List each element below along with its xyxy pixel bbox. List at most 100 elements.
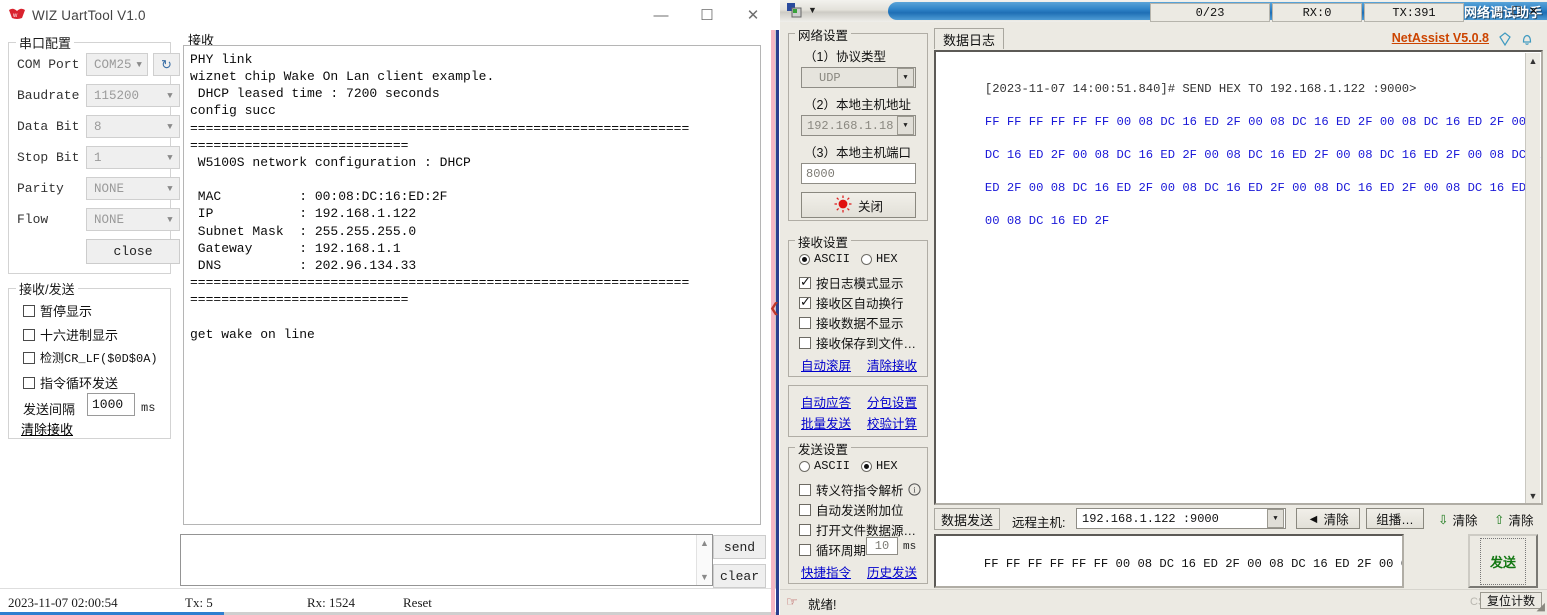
tab-data-send[interactable]: 数据发送 (934, 508, 1001, 530)
local-address-combo[interactable]: 192.168.1.18 ▼ (801, 115, 916, 136)
baudrate-label: Baudrate (17, 88, 80, 103)
recv-hide-data-checkbox[interactable]: 接收数据不显示 (799, 313, 904, 332)
com-port-value: COM25 (94, 57, 132, 72)
checkbox-box (23, 376, 35, 389)
com-port-combo[interactable]: COM25 ▼ (86, 53, 148, 76)
wiz-minimize-button[interactable]: — (638, 0, 684, 30)
wiz-maximize-button[interactable]: ☐ (684, 0, 730, 30)
recv-log-mode-checkbox[interactable]: 按日志模式显示 (799, 273, 904, 292)
recv-save-file-checkbox[interactable]: 接收保存到文件… (799, 333, 916, 352)
log-scrollbar[interactable]: ▲ ▼ (1525, 53, 1540, 503)
local-port-input[interactable]: 8000 (801, 163, 916, 184)
scroll-up-icon[interactable]: ▲ (1529, 56, 1538, 66)
net-minimize-button[interactable]: – (1491, 1, 1508, 21)
history-send-link[interactable]: 历史发送 (867, 562, 917, 581)
scroll-down-icon[interactable]: ▼ (700, 572, 709, 582)
checkbox-box (799, 483, 811, 496)
clear-send-button[interactable]: ◄ 清除 (1296, 508, 1360, 529)
stop-bit-combo[interactable]: 1 ▼ (86, 146, 180, 169)
status-reset[interactable]: Reset (403, 595, 432, 611)
com-port-label: COM Port (17, 57, 80, 72)
net-maximize-button[interactable]: ☐ (1508, 1, 1525, 21)
red-led-icon (834, 195, 852, 216)
hex-display-checkbox[interactable]: 十六进制显示 (23, 325, 118, 344)
reset-counter-button[interactable]: 复位计数 (1480, 592, 1542, 609)
radio-dot (861, 460, 872, 472)
recv-autowrap-checkbox[interactable]: 接收区自动换行 (799, 293, 904, 312)
send-mode-hex-radio[interactable]: HEX (861, 459, 898, 473)
clear-receive-link[interactable]: 清除接收 (21, 419, 73, 438)
recv-hide-data-label: 接收数据不显示 (816, 317, 904, 331)
window-splitter[interactable]: ❮ (768, 30, 780, 615)
open-file-source-checkbox[interactable]: 打开文件数据源… (799, 520, 916, 539)
quick-command-link[interactable]: 快捷指令 (801, 562, 851, 581)
packet-settings-link[interactable]: 分包设置 (867, 392, 917, 411)
wiz-uarttool-window: w WIZ UartTool V1.0 — ☐ ✕ 串口配置 COM Port … (0, 0, 776, 615)
chevron-down-icon[interactable]: ▼ (1267, 509, 1284, 528)
multicast-button[interactable]: 组播… (1366, 508, 1424, 529)
escape-parse-label: 转义符指令解析 (816, 484, 904, 498)
cycle-period-unit: ms (903, 541, 917, 553)
tab-data-log[interactable]: 数据日志 (934, 28, 1005, 49)
clear-button[interactable]: clear (713, 564, 766, 588)
info-icon[interactable]: i (907, 483, 921, 496)
scroll-up-icon[interactable]: ▲ (700, 538, 709, 548)
send-button[interactable]: send (713, 535, 766, 559)
clear-down-button[interactable]: ⇩ 清除 (1438, 510, 1478, 529)
checksum-calc-link[interactable]: 校验计算 (867, 413, 917, 432)
remote-host-value: 192.168.1.122 :9000 (1082, 511, 1219, 526)
send-interval-input[interactable]: 1000 (87, 393, 135, 416)
chevron-down-icon[interactable]: ▼ (897, 68, 914, 87)
send-mode-ascii-radio[interactable]: ASCII (799, 459, 850, 473)
recv-mode-hex-radio[interactable]: HEX (861, 252, 898, 266)
send-input-scrollbar[interactable]: ▲ ▼ (696, 535, 712, 585)
send-data-textarea[interactable]: FF FF FF FF FF FF 00 08 DC 16 ED 2F 00 0… (934, 534, 1404, 588)
wiz-close-button[interactable]: ✕ (730, 0, 776, 30)
parity-combo[interactable]: NONE ▼ (86, 177, 180, 200)
cycle-period-input[interactable]: 10 (866, 537, 898, 555)
refresh-icon[interactable]: ↻ (153, 53, 180, 76)
app-menu-icon[interactable] (786, 2, 804, 24)
flow-value: NONE (94, 212, 125, 227)
cycle-period-checkbox[interactable]: 循环周期 (799, 540, 866, 559)
send-input[interactable]: ▲ ▼ (180, 534, 713, 586)
send-settings-group: 发送设置 ASCII HEX 转义符指令解析 i 自动发送附加位 打开文件数据源… (788, 439, 928, 584)
checkbox-box (799, 294, 811, 310)
wiz-window-controls: — ☐ ✕ (638, 0, 776, 30)
protocol-type-combo[interactable]: UDP ▼ (801, 67, 916, 88)
resize-grip-icon[interactable]: ◢ (1537, 600, 1545, 613)
netassist-version-link[interactable]: NetAssist V5.0.8 (1392, 31, 1489, 45)
data-log-textarea[interactable]: [2023-11-07 14:00:51.840]# SEND HEX TO 1… (934, 50, 1543, 505)
send-action-button[interactable]: 发送 (1468, 534, 1538, 588)
auto-reply-link[interactable]: 自动应答 (801, 392, 851, 411)
diamond-icon[interactable] (1497, 31, 1513, 52)
data-bit-combo[interactable]: 8 ▼ (86, 115, 180, 138)
receive-textarea[interactable]: PHY link wiznet chip Wake On Lan client … (183, 45, 761, 525)
connect-toggle-button[interactable]: 关闭 (801, 192, 916, 218)
auto-append-checkbox[interactable]: 自动发送附加位 (799, 500, 904, 519)
flow-combo[interactable]: NONE ▼ (86, 208, 180, 231)
serial-close-button[interactable]: close (86, 239, 180, 264)
send-mode-hex-label: HEX (876, 459, 898, 473)
scroll-down-icon[interactable]: ▼ (1529, 491, 1538, 501)
net-close-button[interactable]: ✕ (1525, 1, 1542, 21)
flow-label: Flow (17, 212, 49, 227)
batch-send-link[interactable]: 批量发送 (801, 413, 851, 432)
escape-parse-checkbox[interactable]: 转义符指令解析 i (799, 480, 921, 499)
recv-mode-ascii-radio[interactable]: ASCII (799, 252, 850, 266)
bell-icon[interactable] (1519, 31, 1535, 52)
clear-up-button[interactable]: ⇧ 清除 (1494, 510, 1534, 529)
protocol-type-value: UDP (819, 70, 841, 85)
auto-scroll-link[interactable]: 自动滚屏 (801, 355, 851, 374)
loop-send-label: 指令循环发送 (40, 376, 119, 391)
pause-display-checkbox[interactable]: 暂停显示 (23, 301, 92, 320)
crlf-detect-checkbox[interactable]: 检测CR_LF($0D$0A) (23, 349, 158, 366)
menu-chevron-down-icon[interactable]: ▼ (808, 5, 817, 15)
collapse-left-icon[interactable]: ❮ (769, 300, 780, 316)
chevron-down-icon[interactable]: ▼ (897, 116, 914, 135)
clear-receive-link[interactable]: 清除接收 (867, 355, 917, 374)
remote-host-combo[interactable]: 192.168.1.122 :9000 ▼ (1076, 508, 1286, 529)
loop-send-checkbox[interactable]: 指令循环发送 (23, 373, 118, 392)
wiz-title-label: WIZ UartTool V1.0 (32, 7, 146, 23)
baudrate-combo[interactable]: 115200 ▼ (86, 84, 180, 107)
